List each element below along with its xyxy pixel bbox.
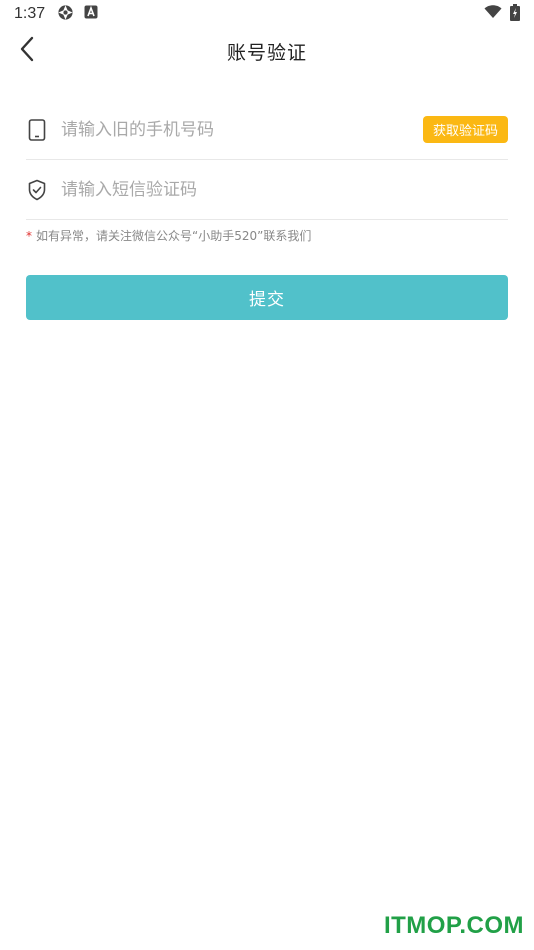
battery-charging-icon: [510, 3, 520, 25]
chevron-left-icon: [19, 36, 35, 66]
shield-check-icon: [26, 179, 48, 201]
page-title: 账号验证: [226, 41, 307, 64]
wifi-icon: [484, 5, 502, 23]
sms-code-input[interactable]: [61, 169, 508, 210]
submit-button[interactable]: 提交: [26, 275, 508, 320]
phone-input[interactable]: [61, 109, 423, 150]
nav-bar: 账号验证: [0, 28, 534, 74]
hint-star: *: [26, 229, 32, 243]
aperture-icon: [57, 4, 74, 25]
status-time: 1:37: [14, 5, 46, 22]
phone-icon: [26, 118, 48, 141]
status-right-icons: [484, 3, 520, 25]
status-bar: 1:37: [0, 0, 534, 28]
phone-row: 获取验证码: [26, 100, 508, 160]
get-code-button[interactable]: 获取验证码: [422, 116, 508, 143]
watermark-logo: ITMOP.COM: [383, 912, 524, 939]
a-badge-icon: [84, 5, 98, 23]
verification-form: 获取验证码: [26, 100, 508, 220]
back-button[interactable]: [12, 36, 42, 66]
status-left-icons: [57, 4, 98, 25]
help-hint: * 如有异常，请关注微信公众号“小助手520”联系我们: [26, 227, 311, 244]
sms-code-row: [26, 160, 508, 220]
hint-text: 如有异常，请关注微信公众号“小助手520”联系我们: [36, 229, 312, 243]
